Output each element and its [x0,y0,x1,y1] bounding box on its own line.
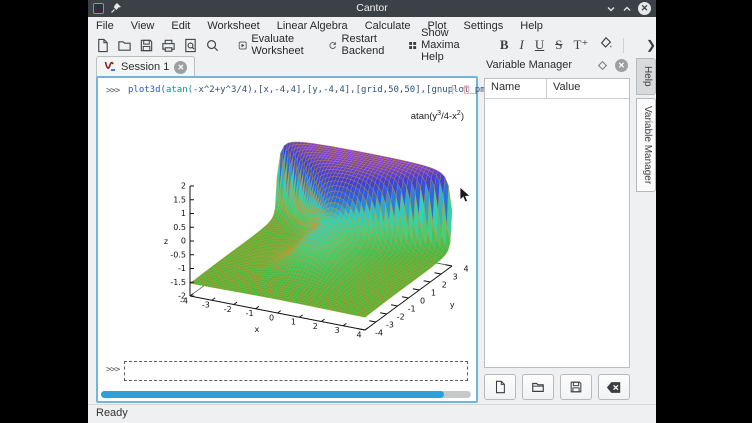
show-maxima-help-label: Show Maxima Help [421,27,480,63]
find-button[interactable] [183,38,198,53]
folder-icon [531,380,545,394]
screen: Cantor ✕ File View Edit Worksheet Linear… [0,0,752,423]
minimize-button[interactable] [603,1,618,16]
variable-manager-buttons [484,374,630,400]
search-button[interactable] [205,38,220,53]
menu-item-calculate[interactable]: Calculate [365,20,411,32]
search-icon [205,38,220,53]
tab-session-1[interactable]: Session 1 ✕ [96,56,195,77]
variable-table: Name Value [484,78,630,368]
bold-button[interactable]: B [500,37,509,53]
menu-item-file[interactable]: File [96,20,114,32]
superscript-button[interactable]: T⁺ [574,37,589,53]
side-tab-help[interactable]: Help [636,58,656,95]
toolbar: Evaluate Worksheet Restart Backend Show … [88,34,656,56]
move-cell-icon[interactable] [447,84,458,95]
side-tab-variable-manager[interactable]: Variable Manager [636,98,656,192]
italic-button[interactable]: I [520,37,524,53]
session-tab-label: Session 1 [121,61,169,73]
side-tab-strip: Help Variable Manager [636,58,656,195]
command-entry-field[interactable] [124,361,468,381]
menu-item-worksheet[interactable]: Worksheet [207,20,259,32]
backspace-icon [606,381,622,394]
variable-table-header: Name Value [485,79,629,99]
show-maxima-help-button[interactable]: Show Maxima Help [408,27,480,63]
horizontal-scrollbar[interactable] [101,391,471,398]
column-header-name[interactable]: Name [485,79,547,98]
chevron-down-icon [606,4,616,14]
menu-item-view[interactable]: View [131,20,155,32]
new-document-button[interactable] [95,38,110,53]
save-button[interactable] [139,38,154,53]
entry-prompt: >>> [106,365,119,375]
command-prompt: >>> [106,86,119,96]
delete-cell-icon[interactable] [461,84,472,95]
float-panel-icon[interactable] [597,60,608,71]
paint-bucket-icon [599,36,613,50]
restart-backend-button[interactable]: Restart Backend [328,33,392,57]
column-header-value[interactable]: Value [547,79,580,98]
open-button[interactable] [117,38,132,53]
restart-backend-label: Restart Backend [342,33,392,57]
variable-manager-title: Variable Manager [486,59,572,71]
cantor-window: Cantor ✕ File View Edit Worksheet Linear… [88,0,656,423]
save-icon [569,380,583,394]
text-color-button[interactable] [599,36,613,54]
close-icon: ✕ [638,2,651,15]
new-document-icon [493,380,507,394]
maxima-help-icon [408,38,417,53]
evaluate-worksheet-button[interactable]: Evaluate Worksheet [238,33,312,57]
find-in-page-icon [183,38,198,53]
window-title: Cantor [88,2,656,14]
tab-bar: Session 1 ✕ [96,56,195,76]
status-bar: Ready [88,404,656,423]
save-variables-button[interactable] [560,374,592,400]
variable-manager-header: Variable Manager ✕ [482,56,634,76]
evaluate-worksheet-label: Evaluate Worksheet [251,33,312,57]
clear-variables-button[interactable] [598,374,630,400]
new-variable-button[interactable] [484,374,516,400]
save-icon [139,38,154,53]
status-text: Ready [96,407,128,419]
print-button[interactable] [161,38,176,53]
tab-close-icon[interactable]: ✕ [174,61,187,74]
menu-item-edit[interactable]: Edit [171,20,190,32]
menu-bar: File View Edit Worksheet Linear Algebra … [88,17,656,34]
command-entry[interactable]: plot3d(atan(-x^2+y^3/4),[x,-4,4],[y,-4,4… [128,85,540,95]
new-document-icon [95,38,110,53]
strikethrough-button[interactable]: S [555,37,562,53]
cantor-icon [104,61,116,73]
worksheet[interactable]: >>> plot3d(atan(-x^2+y^3/4),[x,-4,4],[y,… [96,76,478,403]
menu-item-help[interactable]: Help [520,20,543,32]
horizontal-scrollbar-thumb[interactable] [101,391,444,398]
variable-manager-panel: Variable Manager ✕ Name Value [482,56,634,404]
evaluate-icon [238,38,247,53]
cell-actions [447,84,472,95]
plot3d-canvas [102,106,482,358]
chevron-up-icon [622,4,632,14]
maximize-button[interactable] [619,1,634,16]
toolbar-separator [623,38,624,53]
underline-button[interactable]: U [535,37,544,53]
close-panel-icon[interactable]: ✕ [615,59,628,72]
close-button[interactable]: ✕ [637,1,652,16]
restart-icon [328,38,337,53]
titlebar: Cantor ✕ [88,0,656,17]
toolbar-overflow-button[interactable]: ❯ [646,38,656,52]
print-icon [161,38,176,53]
menu-item-linear-algebra[interactable]: Linear Algebra [277,20,348,32]
mouse-cursor [458,186,472,204]
folder-icon [117,38,132,53]
load-variables-button[interactable] [522,374,554,400]
